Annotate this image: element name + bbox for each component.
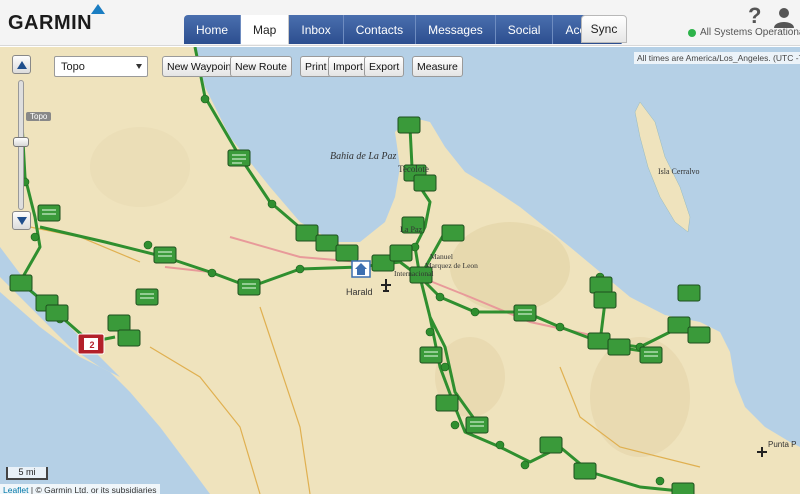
tab-messages[interactable]: Messages bbox=[416, 15, 496, 44]
map-layer-value: Topo bbox=[61, 60, 85, 73]
tab-inbox[interactable]: Inbox bbox=[289, 15, 344, 44]
map-attribution: Leaflet | © Garmin Ltd. or its subsidiar… bbox=[0, 484, 160, 494]
status-dot-icon bbox=[688, 28, 696, 37]
status-text: All Systems Operational bbox=[700, 27, 800, 38]
place-intl: Internacional bbox=[394, 269, 434, 278]
measure-button[interactable]: Measure bbox=[412, 56, 463, 77]
map-layer-select[interactable]: Topo bbox=[54, 56, 148, 77]
new-waypoint-button[interactable]: New Waypoint bbox=[162, 56, 240, 77]
new-route-button[interactable]: New Route bbox=[230, 56, 292, 77]
print-button[interactable]: Print bbox=[300, 56, 332, 77]
place-punta: Punta P bbox=[768, 440, 797, 449]
help-icon[interactable]: ? bbox=[748, 3, 761, 29]
export-button[interactable]: Export bbox=[364, 56, 405, 77]
place-island: Isla Cerralvo bbox=[658, 167, 700, 176]
tab-home[interactable]: Home bbox=[184, 15, 242, 44]
zoom-in-button[interactable] bbox=[12, 55, 31, 74]
tab-map[interactable]: Map bbox=[241, 15, 290, 44]
garmin-logo[interactable]: GARMIN bbox=[8, 12, 92, 35]
tab-social[interactable]: Social bbox=[495, 15, 554, 44]
timezone-note: All times are America/Los_Angeles. (UTC … bbox=[634, 52, 800, 64]
place-bay: Bahia de La Paz bbox=[330, 151, 397, 162]
header: GARMIN Home Map Inbox Contacts Messages … bbox=[0, 0, 800, 46]
zoom-slider-thumb[interactable] bbox=[13, 137, 29, 147]
zoom-slider-label: Topo bbox=[26, 112, 52, 121]
triangle-up-icon bbox=[16, 60, 27, 69]
user-icon[interactable] bbox=[773, 6, 795, 28]
leaflet-link[interactable]: Leaflet bbox=[3, 485, 29, 494]
garmin-logo-triangle-icon bbox=[91, 4, 105, 14]
import-button[interactable]: Import bbox=[328, 56, 368, 77]
place-tecolote: Tecolote bbox=[398, 164, 429, 174]
chevron-down-icon bbox=[136, 64, 142, 69]
scale-bar: 5 mi bbox=[6, 467, 48, 480]
triangle-down-icon bbox=[16, 216, 27, 225]
system-status[interactable]: All Systems Operational bbox=[688, 27, 800, 38]
place-manuel: Manuel bbox=[430, 252, 453, 261]
zoom-out-button[interactable] bbox=[12, 211, 31, 230]
main-nav: Home Map Inbox Contacts Messages Social … bbox=[184, 15, 622, 44]
place-harald: Harald bbox=[346, 287, 373, 297]
waypoint-badge-count[interactable]: 2 bbox=[86, 340, 98, 350]
map-view[interactable]: Tecolote Bahia de La Paz Isla Cerralvo H… bbox=[0, 47, 800, 494]
home-marker bbox=[351, 260, 371, 278]
sync-button[interactable]: Sync bbox=[581, 15, 627, 43]
place-la-paz: La Paz bbox=[400, 225, 422, 234]
tab-contacts[interactable]: Contacts bbox=[343, 15, 417, 44]
attribution-text: | © Garmin Ltd. or its subsidiaries bbox=[28, 485, 157, 494]
